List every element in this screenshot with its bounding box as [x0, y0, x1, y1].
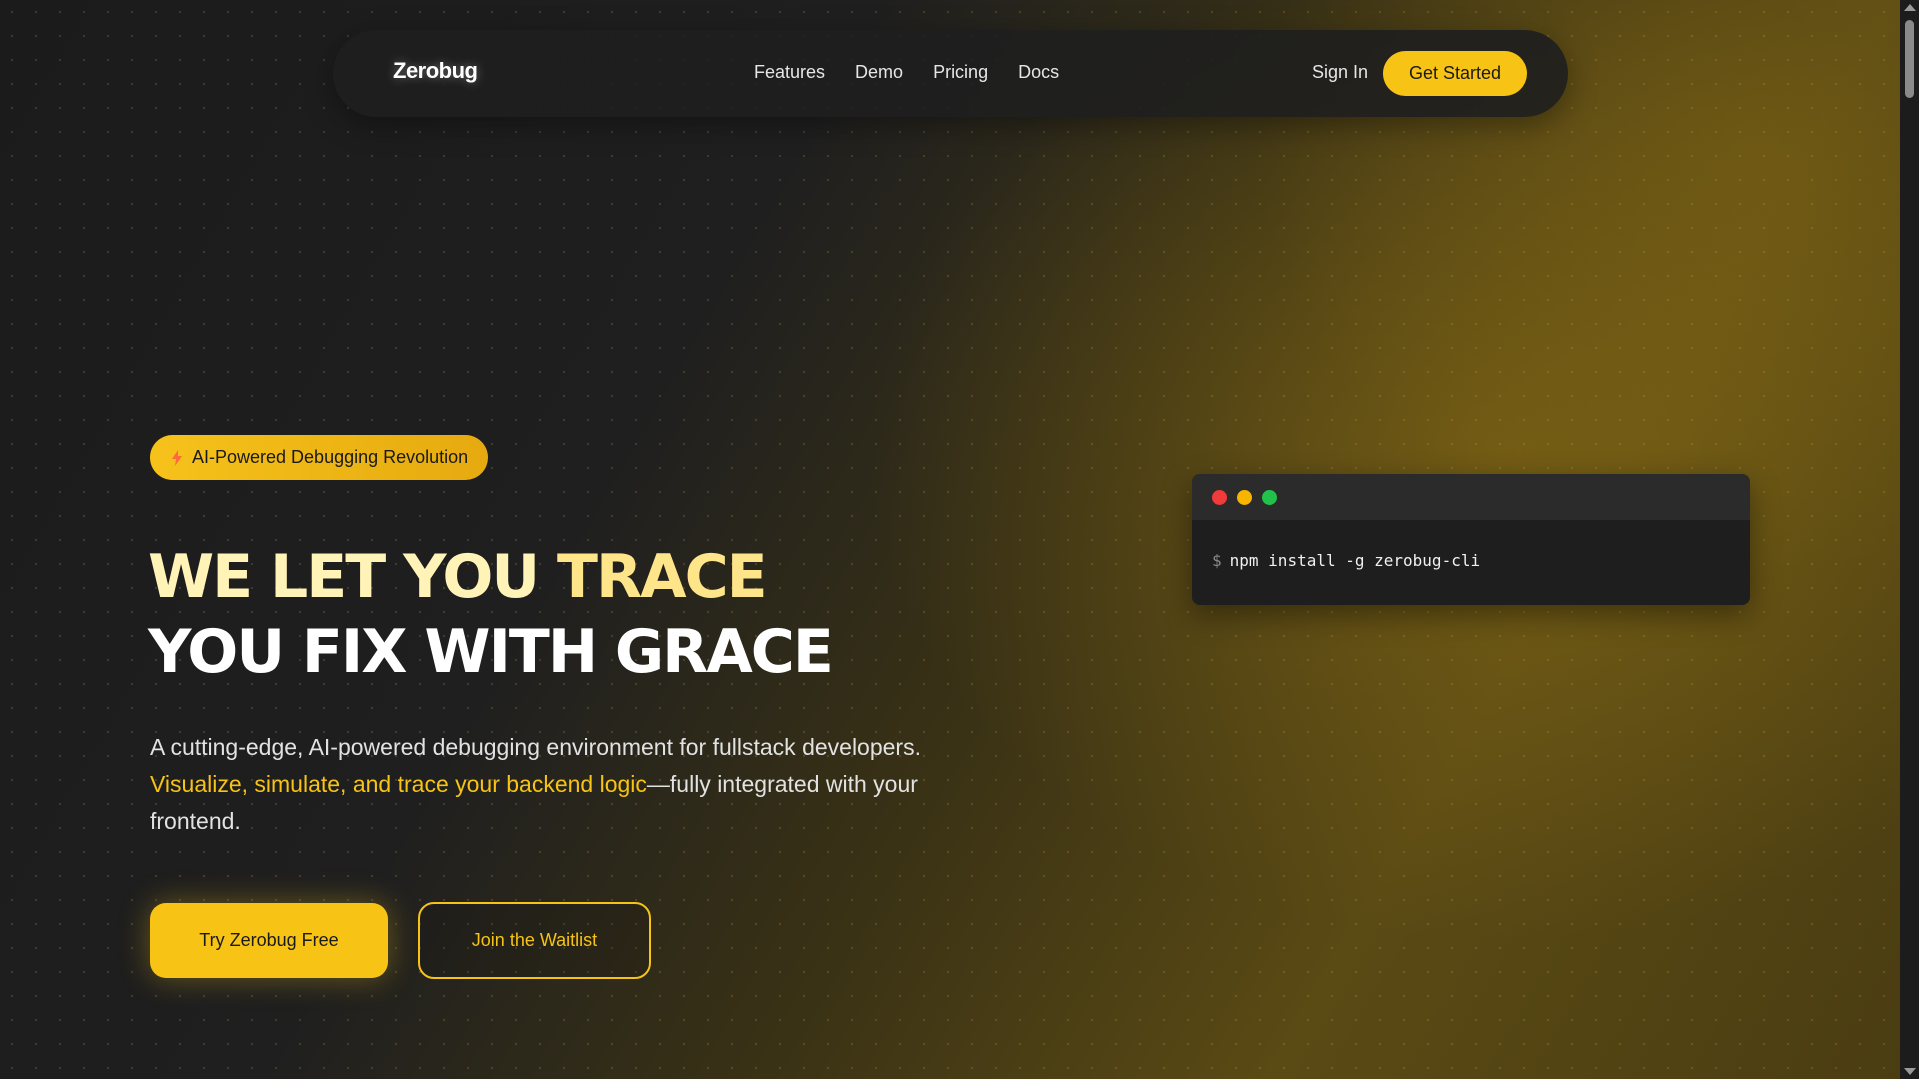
get-started-button[interactable]: Get Started: [1383, 51, 1527, 96]
nav-link-features[interactable]: Features: [754, 62, 825, 83]
close-dot-icon: [1212, 490, 1227, 505]
hero-badge: AI-Powered Debugging Revolution: [150, 435, 489, 480]
nav-link-demo[interactable]: Demo: [855, 62, 903, 83]
hero-headline: WE LET YOU TRACE YOU FIX WITH GRACE: [148, 540, 834, 690]
headline-line-2: YOU FIX WITH GRACE: [148, 617, 834, 687]
logo[interactable]: Zerobug: [393, 58, 478, 84]
nav-link-docs[interactable]: Docs: [1018, 62, 1059, 83]
headline-line-1: WE LET YOU TRACE: [148, 540, 832, 615]
nav-link-pricing[interactable]: Pricing: [933, 62, 988, 83]
lightning-icon: [172, 449, 182, 466]
subtitle-highlight: Visualize, simulate, and trace your back…: [150, 771, 647, 797]
terminal-prompt: $: [1212, 551, 1222, 570]
headline-accent-word: TRACE: [557, 542, 768, 612]
terminal-title-bar: [1192, 474, 1750, 520]
maximize-dot-icon: [1262, 490, 1277, 505]
terminal-command: npm install -g zerobug-cli: [1229, 551, 1481, 570]
landing-page: Zerobug Features Demo Pricing Docs Sign …: [0, 0, 1900, 1079]
terminal-window: $ npm install -g zerobug-cli: [1192, 474, 1750, 605]
hero-subtitle: A cutting-edge, AI-powered debugging env…: [150, 729, 970, 840]
nav-links: Features Demo Pricing Docs: [754, 62, 1059, 83]
top-nav: Zerobug Features Demo Pricing Docs Sign …: [333, 30, 1568, 117]
scrollbar-thumb[interactable]: [1905, 20, 1914, 98]
terminal-body[interactable]: $ npm install -g zerobug-cli: [1192, 520, 1750, 601]
scroll-down-arrow-icon[interactable]: [1904, 1068, 1916, 1075]
vertical-scrollbar[interactable]: [1900, 0, 1919, 1079]
join-waitlist-button[interactable]: Join the Waitlist: [418, 902, 651, 979]
scroll-up-arrow-icon[interactable]: [1904, 4, 1916, 11]
sign-in-link[interactable]: Sign In: [1312, 62, 1368, 83]
headline-line-1-text: WE LET YOU: [148, 542, 558, 612]
try-free-button[interactable]: Try Zerobug Free: [150, 903, 388, 978]
subtitle-text-1: A cutting-edge, AI-powered debugging env…: [150, 734, 921, 760]
badge-label: AI-Powered Debugging Revolution: [192, 447, 469, 467]
minimize-dot-icon: [1237, 490, 1252, 505]
